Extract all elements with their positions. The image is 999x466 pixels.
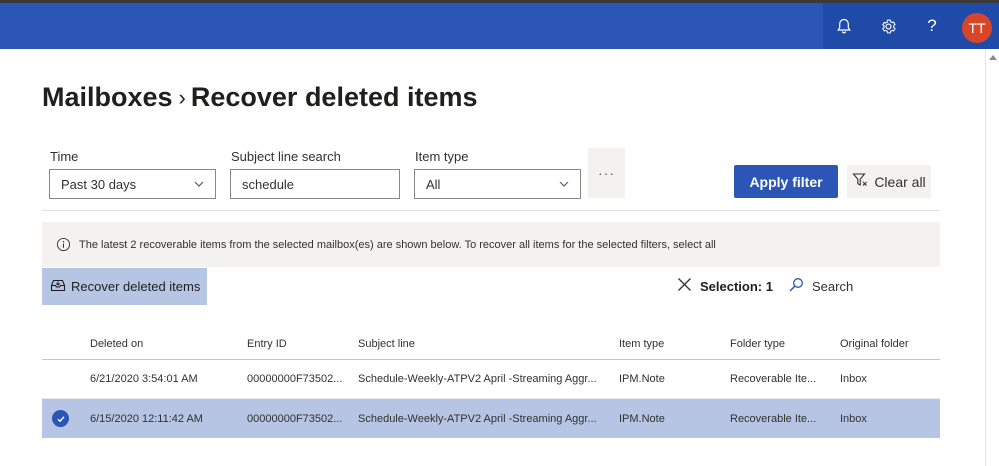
- avatar[interactable]: TT: [962, 13, 992, 43]
- deleted-on-cell: 6/21/2020 3:54:01 AM: [90, 373, 198, 385]
- selection-count: Selection: 1: [700, 278, 773, 294]
- apply-filter-button[interactable]: Apply filter: [734, 165, 838, 198]
- item-type-label: Item type: [415, 149, 469, 164]
- time-dropdown-value: Past 30 days: [61, 176, 137, 192]
- search-icon: [788, 277, 804, 296]
- column-header-subject-line[interactable]: Subject line: [358, 328, 415, 359]
- close-icon: [677, 277, 692, 295]
- clear-all-button[interactable]: Clear all: [847, 165, 931, 198]
- column-header-deleted-on[interactable]: Deleted on: [90, 328, 143, 359]
- item-type-cell: IPM.Note: [619, 412, 665, 425]
- recover-button-label: Recover deleted items: [71, 279, 201, 294]
- entry-id-cell: 00000000F73502...: [247, 373, 343, 385]
- column-header-folder-type[interactable]: Folder type: [730, 328, 785, 359]
- recover-deleted-items-button[interactable]: Recover deleted items: [42, 268, 207, 305]
- clear-all-label: Clear all: [874, 173, 926, 190]
- filter-clear-icon: [852, 172, 868, 191]
- folder-type-cell: Recoverable Ite...: [730, 412, 817, 425]
- info-icon: [56, 237, 71, 252]
- page-title: Recover deleted items: [190, 82, 478, 112]
- chevron-down-icon: [558, 178, 570, 193]
- top-navigation-bar: ? TT: [0, 3, 999, 49]
- table-row-selected[interactable]: 6/15/2020 12:11:42 AM 00000000F73502... …: [42, 399, 940, 438]
- breadcrumb-mailboxes-link[interactable]: Mailboxes: [42, 82, 173, 113]
- bell-icon[interactable]: [824, 3, 864, 49]
- info-message-text: The latest 2 recoverable items from the …: [79, 238, 716, 251]
- column-header-item-type[interactable]: Item type: [619, 328, 664, 359]
- item-type-dropdown[interactable]: All: [414, 169, 581, 199]
- original-folder-cell: Inbox: [840, 373, 867, 385]
- column-header-entry-id[interactable]: Entry ID: [247, 328, 287, 359]
- chevron-down-icon: [193, 178, 205, 193]
- table-header: Deleted on Entry ID Subject line Item ty…: [42, 328, 940, 360]
- subject-search-value: schedule: [242, 176, 295, 192]
- subject-search-input[interactable]: schedule: [230, 169, 400, 199]
- mailbox-recover-icon: [50, 277, 66, 296]
- entry-id-cell: 00000000F73502...: [247, 412, 343, 425]
- row-checkmark-icon[interactable]: [52, 410, 69, 427]
- scroll-up-arrow-icon[interactable]: [989, 55, 997, 60]
- item-type-dropdown-value: All: [426, 176, 441, 192]
- deleted-on-cell: 6/15/2020 12:11:42 AM: [90, 412, 203, 425]
- original-folder-cell: Inbox: [840, 412, 867, 425]
- clear-selection-button[interactable]: Selection: 1: [677, 277, 773, 295]
- scrollbar[interactable]: [985, 49, 999, 466]
- time-filter-label: Time: [50, 149, 79, 164]
- gear-icon[interactable]: [868, 3, 908, 49]
- table-row[interactable]: 6/21/2020 3:54:01 AM 00000000F73502... S…: [42, 360, 940, 399]
- search-label: Search: [812, 279, 854, 294]
- search-button[interactable]: Search: [788, 277, 853, 296]
- help-icon[interactable]: ?: [912, 3, 952, 49]
- more-filters-button[interactable]: ···: [588, 148, 625, 198]
- item-type-cell: IPM.Note: [619, 373, 665, 385]
- breadcrumb: Mailboxes › Recover deleted items: [42, 82, 478, 113]
- column-header-original-folder[interactable]: Original folder: [840, 328, 908, 359]
- subject-line-cell: Schedule-Weekly-ATPV2 April -Streaming A…: [358, 373, 597, 385]
- folder-type-cell: Recoverable Ite...: [730, 373, 817, 385]
- subject-line-cell: Schedule-Weekly-ATPV2 April -Streaming A…: [358, 412, 597, 425]
- breadcrumb-separator-icon: ›: [178, 84, 186, 110]
- subject-search-label: Subject line search: [231, 149, 341, 164]
- info-message-bar: The latest 2 recoverable items from the …: [42, 222, 940, 267]
- filter-divider: [42, 210, 940, 211]
- time-dropdown[interactable]: Past 30 days: [49, 169, 216, 199]
